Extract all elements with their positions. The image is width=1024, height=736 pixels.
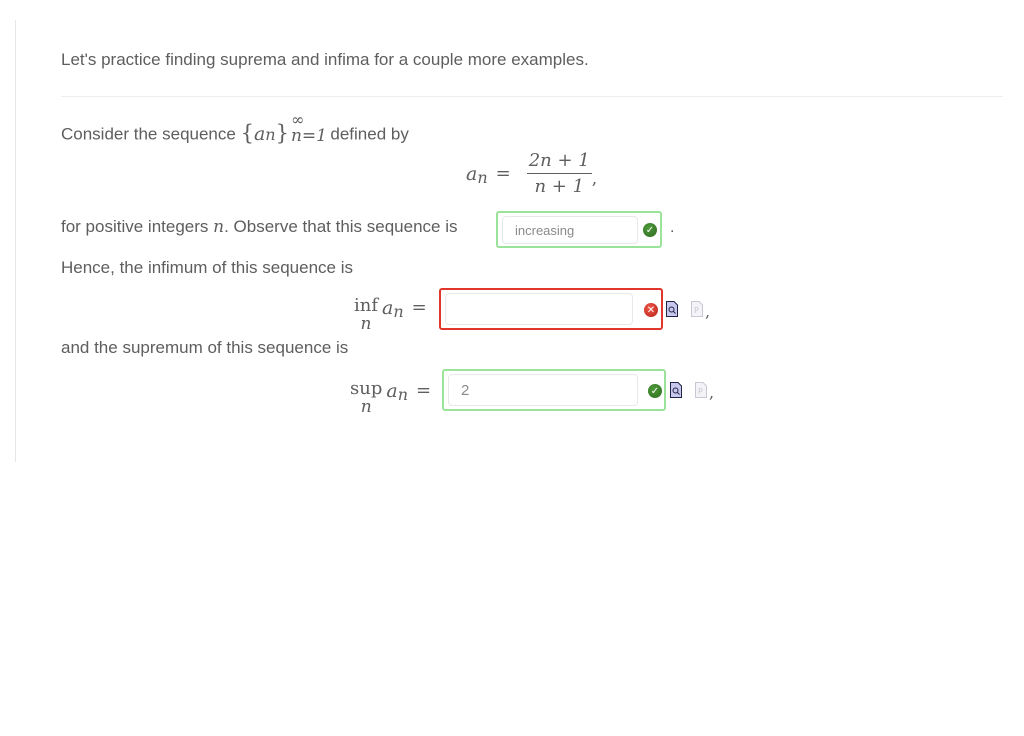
supremum-equation: sup n an = bbox=[350, 378, 432, 417]
supremum-sentence: and the supremum of this sequence is bbox=[61, 338, 349, 357]
formula-palette-icon[interactable]: P bbox=[695, 382, 707, 398]
infimum-equation: inf n an = bbox=[354, 295, 427, 334]
supremum-answer-box: ✓ bbox=[442, 369, 666, 411]
content-left-border bbox=[15, 20, 16, 462]
preview-document-icon[interactable] bbox=[666, 301, 678, 317]
monotonic-sentence: for positive integers n. Observe that th… bbox=[61, 217, 458, 237]
sequence-definition-sentence: Consider the sequence {an} ∞ n=1 defined b… bbox=[61, 110, 409, 150]
seq-sub: n bbox=[265, 124, 276, 144]
equals-sign: = bbox=[416, 380, 432, 401]
index-subscript: n=1 bbox=[290, 126, 327, 146]
sentence-period: . bbox=[670, 219, 675, 236]
open-brace: { bbox=[240, 120, 254, 145]
formula-palette-icon[interactable]: P bbox=[691, 301, 703, 317]
equals-sign: = bbox=[495, 163, 511, 184]
equation-comma: , bbox=[709, 383, 715, 402]
supremum-answer-input[interactable] bbox=[448, 374, 638, 406]
formula-sub: n bbox=[477, 168, 488, 187]
inf-index: n bbox=[360, 314, 372, 334]
monotonic-answer-input[interactable] bbox=[502, 216, 638, 244]
equals-sign: = bbox=[411, 297, 427, 318]
check-circle-icon: ✓ bbox=[648, 384, 662, 398]
sup-operator: sup n bbox=[350, 378, 383, 417]
numerator: 2n + 1 bbox=[526, 150, 592, 174]
sup-index: n bbox=[360, 397, 372, 417]
inf-sub: n bbox=[393, 302, 404, 321]
check-circle-icon: ✓ bbox=[643, 223, 657, 237]
close-brace: } bbox=[275, 120, 289, 145]
sentence-text-after: defined by bbox=[330, 124, 409, 144]
formula-comma: , bbox=[591, 168, 598, 189]
x-circle-icon: ✕ bbox=[644, 303, 658, 317]
inf-var: a bbox=[382, 297, 394, 319]
infimum-sentence: Hence, the infimum of this sequence is bbox=[61, 258, 353, 277]
sup-var: a bbox=[386, 380, 398, 402]
inf-label: inf bbox=[354, 295, 379, 316]
denominator: n + 1 bbox=[534, 176, 585, 197]
seq-var: a bbox=[253, 122, 266, 145]
section-divider bbox=[61, 96, 1003, 97]
sentence-text: Consider the sequence bbox=[61, 124, 236, 144]
monotonic-answer-box: ✓ bbox=[496, 211, 662, 248]
sequence-notation: {an} ∞ n=1 bbox=[241, 110, 331, 146]
var-n: n bbox=[213, 217, 225, 237]
preview-document-icon[interactable] bbox=[670, 382, 682, 398]
inf-operator: inf n bbox=[354, 295, 379, 334]
svg-text:P: P bbox=[698, 387, 703, 396]
sequence-formula: an = 2n + 1 n + 1 , bbox=[466, 150, 597, 197]
svg-text:P: P bbox=[694, 306, 699, 315]
infimum-answer-box: ✕ bbox=[439, 288, 663, 330]
infimum-answer-input[interactable] bbox=[445, 293, 633, 325]
formula-var: a bbox=[466, 162, 478, 185]
fraction: 2n + 1 n + 1 bbox=[526, 150, 592, 197]
sup-label: sup bbox=[350, 378, 383, 399]
intro-text: Let's practice finding suprema and infim… bbox=[61, 50, 589, 69]
sentence-text-after: . Observe that this sequence is bbox=[224, 217, 458, 236]
sentence-text: for positive integers bbox=[61, 217, 209, 236]
sup-sub: n bbox=[397, 385, 408, 404]
equation-comma: , bbox=[705, 302, 711, 321]
